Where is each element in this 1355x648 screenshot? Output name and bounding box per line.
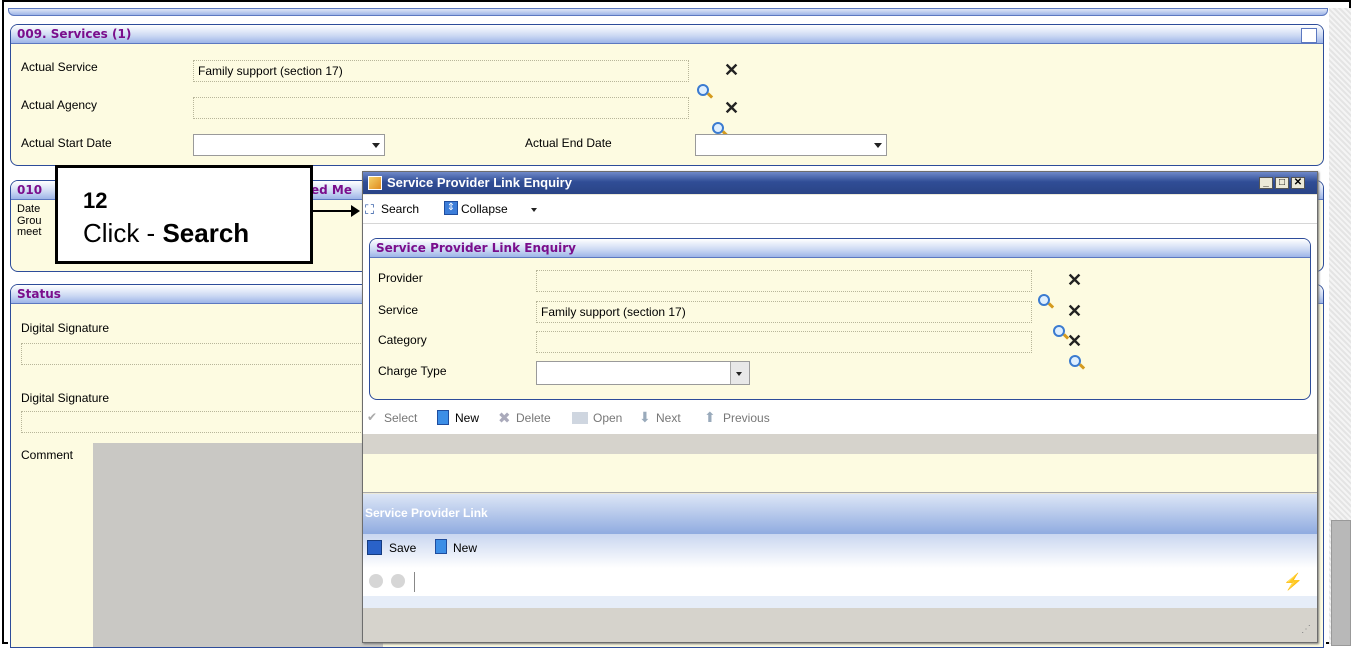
meeting-date-label: Date: [17, 203, 41, 215]
digital-signature-1-label: Digital Signature: [21, 321, 110, 335]
collapse-icon: ⇕: [444, 201, 458, 215]
save-button[interactable]: Save: [389, 541, 416, 555]
new-document-icon: [435, 539, 447, 554]
services-panel-title: 009. Services (1): [11, 25, 1323, 44]
callout-text-prefix: Click -: [83, 218, 163, 248]
search-magnifier-icon[interactable]: [1053, 325, 1066, 337]
clear-x-icon[interactable]: ✕: [1067, 271, 1082, 289]
app-icon: [368, 176, 382, 190]
enquiry-panel: Service Provider Link Enquiry Provider ✕…: [369, 238, 1311, 400]
dialog-titlebar[interactable]: Service Provider Link Enquiry _ □ ✕: [363, 172, 1317, 194]
service-label: Service: [378, 303, 419, 317]
charge-type-dropdown[interactable]: [536, 361, 750, 385]
actual-end-date-label: Actual End Date: [525, 136, 612, 150]
scrollbar-thumb[interactable]: [1331, 520, 1351, 646]
link-section-header: Service Provider Link: [363, 494, 1317, 534]
clear-x-icon[interactable]: ✕: [1067, 302, 1082, 320]
comment-label: Comment: [21, 448, 74, 462]
clear-x-icon[interactable]: ✕: [1067, 332, 1082, 350]
meeting-meet-label: meet: [17, 226, 42, 238]
action-bar: ✔ Select New ✖ Delete Open ⬇ Next ⬆ Prev…: [363, 404, 1317, 434]
callout-arrow-line: [313, 210, 353, 212]
open-button[interactable]: Open: [593, 411, 622, 425]
chevron-down-icon: [372, 143, 380, 148]
checkmark-icon: ✔: [367, 410, 378, 424]
actual-agency-label: Actual Agency: [21, 98, 98, 112]
callout-text: Click - Search: [83, 218, 249, 249]
dialog-status-bar: ⋰: [363, 608, 1317, 642]
callout-step-number: 12: [83, 188, 108, 213]
callout-arrow-head: [351, 205, 360, 217]
instruction-callout: 12 Click - Search: [55, 165, 313, 264]
link-toolbar: Save New: [363, 534, 1317, 568]
search-magnifier-icon[interactable]: [697, 84, 709, 96]
actual-start-date-label: Actual Start Date: [21, 136, 112, 150]
previous-button[interactable]: Previous: [723, 411, 770, 425]
comment-textarea[interactable]: [93, 443, 383, 647]
close-button[interactable]: ✕: [1291, 177, 1305, 189]
minimize-button[interactable]: _: [1259, 177, 1273, 189]
actual-start-date-dropdown[interactable]: [193, 134, 385, 156]
services-panel: 009. Services (1) Actual Service Family …: [10, 24, 1324, 166]
collapse-dropdown-icon[interactable]: [531, 208, 537, 212]
results-grid-header: [363, 434, 1317, 454]
callout-text-bold: Search: [162, 218, 250, 248]
provider-field[interactable]: [536, 270, 1032, 292]
results-grid: [363, 454, 1317, 493]
delete-x-icon: ✖: [498, 410, 511, 427]
digital-signature-2-field[interactable]: [21, 411, 381, 433]
enquiry-panel-title: Service Provider Link Enquiry: [370, 239, 1310, 258]
search-button[interactable]: Search: [381, 202, 419, 216]
clear-x-icon[interactable]: ✕: [724, 61, 739, 79]
new-document-icon: [437, 410, 449, 425]
link-content-area: [363, 596, 1317, 608]
new-button[interactable]: New: [455, 411, 479, 425]
dialog-toolbar: ⛶ Search ⇕ Collapse: [363, 195, 1317, 224]
search-magnifier-icon[interactable]: [1068, 355, 1081, 367]
category-field[interactable]: [536, 331, 1032, 353]
meeting-panel-title-prefix: 010: [17, 183, 43, 197]
digital-signature-1-field[interactable]: [21, 343, 381, 365]
search-magnifier-icon[interactable]: [1038, 294, 1050, 306]
chevron-down-icon: [874, 143, 882, 148]
binoculars-icon: ⛶: [365, 202, 375, 217]
service-field[interactable]: Family support (section 17): [536, 301, 1032, 323]
actual-service-label: Actual Service: [21, 60, 98, 74]
back-circle-icon[interactable]: [369, 574, 383, 588]
next-button[interactable]: Next: [656, 411, 681, 425]
actual-agency-field[interactable]: [193, 97, 689, 119]
search-magnifier-icon[interactable]: [712, 122, 725, 134]
previous-panel-footer: [8, 8, 1328, 16]
chevron-down-icon: [736, 372, 742, 376]
meeting-panel-title-suffix: ed Me: [311, 183, 352, 197]
actual-service-field[interactable]: Family support (section 17): [193, 60, 689, 82]
lightning-icon[interactable]: ⚡: [1283, 572, 1303, 592]
service-provider-link-enquiry-window: Service Provider Link Enquiry _ □ ✕ ⛶ Se…: [362, 171, 1318, 643]
link-new-button[interactable]: New: [453, 541, 477, 555]
actual-end-date-dropdown[interactable]: [695, 134, 887, 156]
provider-label: Provider: [378, 271, 423, 285]
digital-signature-2-label: Digital Signature: [21, 391, 110, 405]
panel-checkbox[interactable]: [1301, 28, 1317, 43]
up-arrow-icon: ⬆: [704, 409, 716, 425]
save-disk-icon: [367, 540, 382, 555]
select-button[interactable]: Select: [384, 411, 417, 425]
clear-x-icon[interactable]: ✕: [724, 99, 739, 117]
category-label: Category: [378, 333, 427, 347]
delete-button[interactable]: Delete: [516, 411, 551, 425]
link-navigation-bar: ⚡: [363, 568, 1317, 597]
resize-grip-icon[interactable]: ⋰: [1301, 624, 1311, 635]
collapse-button[interactable]: Collapse: [461, 202, 508, 216]
charge-type-label: Charge Type: [378, 364, 447, 378]
down-arrow-icon: ⬇: [639, 409, 651, 425]
forward-circle-icon[interactable]: [391, 574, 405, 588]
maximize-button[interactable]: □: [1275, 177, 1289, 189]
link-section-title: Service Provider Link: [365, 506, 488, 520]
divider: [414, 572, 415, 592]
dialog-title: Service Provider Link Enquiry: [387, 175, 572, 190]
folder-icon: [572, 412, 588, 424]
